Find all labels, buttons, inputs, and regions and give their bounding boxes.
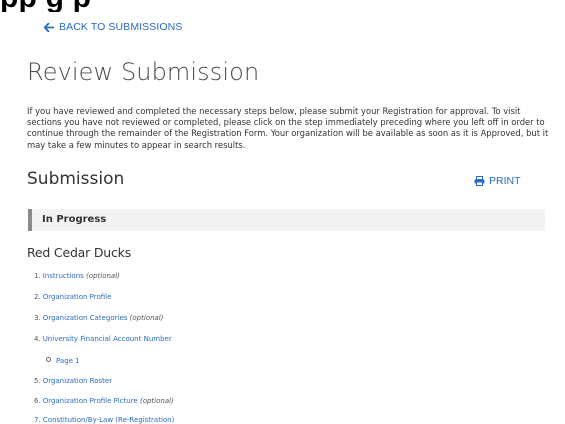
step-link[interactable]: Organization Profile (43, 293, 112, 301)
step-link[interactable]: Organization Categories (43, 314, 128, 322)
registration-steps-list: 1. Instructions (optional) 2. Organization… (0, 0, 565, 421)
bullet-icon (46, 357, 51, 362)
step-number: 5. (34, 377, 41, 385)
step-link[interactable]: Organization Roster (43, 377, 112, 385)
substep-link[interactable]: Page 1 (56, 357, 80, 365)
step-organization-categories[interactable]: 3. Organization Categories (optional) (34, 314, 163, 322)
step-number: 4. (34, 335, 41, 343)
step-profile-picture[interactable]: 6. Organization Profile Picture (optional… (34, 397, 174, 405)
optional-tag: (optional) (86, 272, 120, 280)
step-link[interactable]: University Financial Account Number (43, 335, 172, 343)
optional-tag: (optional) (139, 397, 174, 405)
step-organization-profile[interactable]: 2. Organization Profile (34, 293, 111, 301)
substep-page-1[interactable]: Page 1 (46, 357, 80, 365)
step-instructions[interactable]: 1. Instructions (optional) (34, 272, 120, 280)
step-number: 6. (34, 397, 41, 405)
optional-tag: (optional) (129, 314, 164, 322)
step-link[interactable]: Instructions (43, 272, 84, 280)
step-number: 1. (34, 272, 41, 280)
step-constitution-partial[interactable]: 7. Constitution/By-Law (Re-Registration) (34, 416, 174, 424)
step-organization-roster[interactable]: 5. Organization Roster (34, 377, 112, 385)
step-number: 3. (34, 314, 41, 322)
step-financial-account-number[interactable]: 4. University Financial Account Number (34, 335, 172, 343)
step-number: 2. (34, 293, 41, 301)
step-link[interactable]: Organization Profile Picture (43, 397, 138, 405)
